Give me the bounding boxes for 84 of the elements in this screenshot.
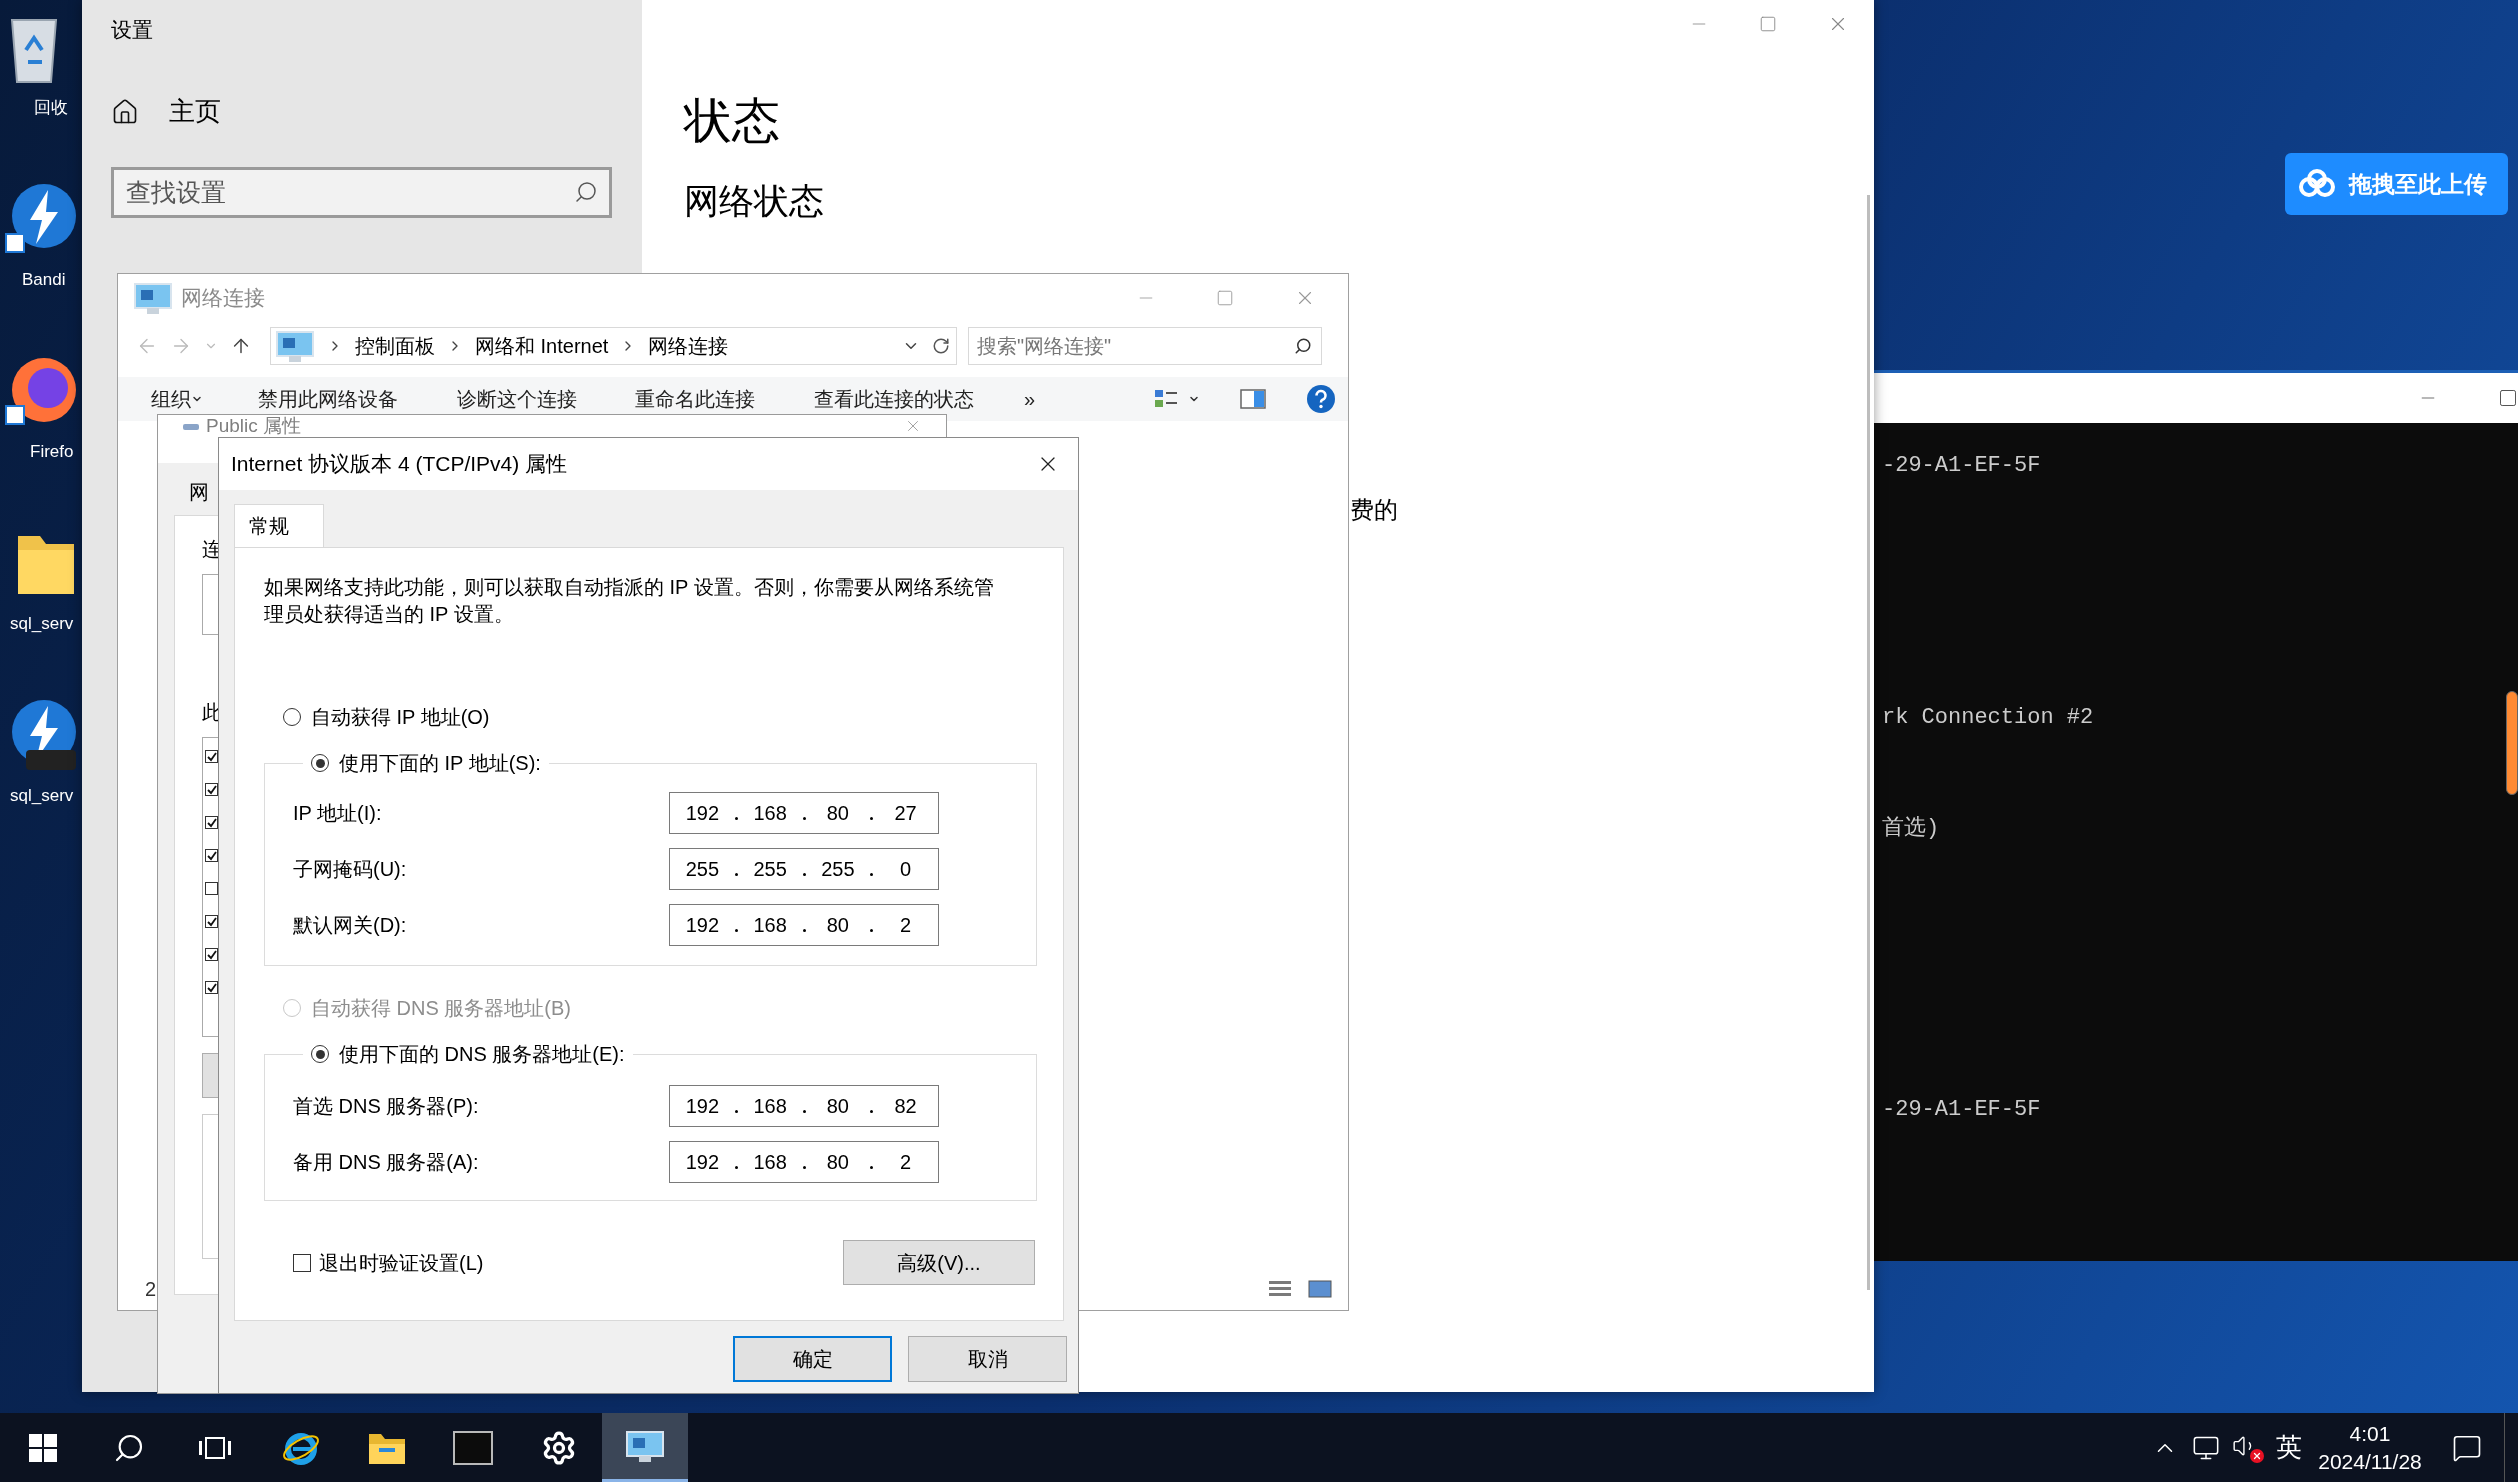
checkbox[interactable] [293,1253,311,1272]
radio-label: 使用下面的 DNS 服务器地址(E): [339,1042,625,1067]
advanced-button[interactable]: 高级(V)... [843,1240,1035,1285]
monitor-icon [275,328,315,364]
large-icons-view-icon[interactable] [1308,1279,1332,1299]
description-text: 如果网络支持此功能，则可以获取自动指派的 IP 设置。否则，你需要从网络系统管理员处获得适当的 IP 设置。 [264,575,995,627]
toolbar-button[interactable]: 诊断这个连接 [457,389,577,409]
help-icon[interactable] [1306,384,1336,414]
monitor-icon [625,1428,665,1464]
home-icon[interactable] [111,97,139,126]
radio-label: 使用下面的 IP 地址(S): [339,751,541,776]
taskbar-button[interactable] [602,1413,688,1482]
console-line: rk Connection #2 [1882,704,2095,732]
network-cable-icon [182,421,200,433]
breadcrumb-item[interactable]: 控制面板 [355,331,435,361]
status-text: 2 [145,1277,157,1302]
window-title: Internet 协议版本 4 (TCP/IPv4) 属性 [231,451,568,478]
desktop-icon-label[interactable]: sql_serv [10,612,82,636]
details-view-icon[interactable] [1268,1279,1292,1299]
desktop-icon-label[interactable]: sql_serv [10,784,82,808]
clock-time[interactable]: 4:01 [2349,1419,2391,1448]
console-line: -29-A1-EF-5F [1882,452,2042,480]
field-label: 首选 DNS 服务器(P): [293,1094,480,1119]
checkbox-label: 退出时验证设置(L) [319,1250,484,1276]
checkbox[interactable] [205,882,218,895]
breadcrumb-item[interactable]: 网络和 Internet [475,331,609,361]
checkbox[interactable] [205,750,218,763]
body-text: 费的 [1350,498,1399,522]
toolbar-button[interactable]: 重命名此连接 [635,389,755,409]
checkbox[interactable] [205,948,218,961]
view-options-icon[interactable] [1154,388,1178,410]
home-link[interactable]: 主页 [169,92,221,131]
radio-label: 自动获得 DNS 服务器地址(B) [311,996,571,1021]
field-label: 备用 DNS 服务器(A): [293,1150,480,1175]
section-heading: 网络状态 [684,183,825,218]
radio-button[interactable] [283,708,301,726]
checkbox[interactable] [205,849,218,862]
window-title: 网络连接 [181,284,265,311]
search-icon[interactable] [1294,337,1312,355]
window-title: Public 属性 [206,416,302,436]
address-bar[interactable]: 控制面板 网络和 Internet 网络连接 [270,327,957,365]
breadcrumb-item[interactable]: 网络连接 [648,331,729,361]
ip-address-field[interactable]: 192 168 80 2 [669,904,939,946]
maximize-button[interactable] [2498,388,2518,408]
toolbar-button[interactable]: 组织 [151,389,191,409]
gear-icon [541,1429,577,1466]
field-label: IP 地址(I): [293,801,383,826]
tab[interactable]: 常规 [234,504,324,547]
preview-pane-icon[interactable] [1240,389,1266,409]
toolbar-button[interactable]: 禁用此网络设备 [258,389,398,409]
cancel-button[interactable]: 取消 [908,1336,1067,1382]
desktop-icon-label[interactable]: 回收 [34,96,82,120]
checkbox[interactable] [205,816,218,829]
toolbar-button[interactable]: 查看此连接的状态 [814,389,974,409]
terminal-icon [453,1430,493,1465]
checkbox[interactable] [205,783,218,796]
ip-address-field[interactable]: 255 255 255 0 [669,848,939,890]
ip-address-field[interactable]: 192 168 80 2 [669,1141,939,1183]
tab[interactable]: 网 [189,479,209,505]
page-heading: 状态 [684,97,781,145]
desktop-icon-label[interactable]: Firefo [30,440,82,464]
desktop-icon-label[interactable]: Bandi [22,268,82,292]
checkbox[interactable] [205,915,218,928]
console-line: -29-A1-EF-5F [1882,1096,2042,1124]
lightning-icon[interactable] [4,182,78,256]
clock-date[interactable]: 2024/11/28 [2318,1447,2422,1476]
input-method-indicator[interactable]: 英 [2276,1428,2302,1467]
field-label: 子网掩码(U): [293,857,408,882]
windows-start-icon[interactable] [29,1433,57,1462]
checkbox[interactable] [205,981,218,994]
ip-address-field[interactable]: 192 168 80 27 [669,792,939,834]
radio-button[interactable] [311,754,329,772]
more-button[interactable]: » [1024,389,1036,409]
search-icon[interactable] [574,180,598,204]
radio-button[interactable] [311,1045,329,1063]
cloud-icon [2297,169,2337,199]
ok-button[interactable]: 确定 [733,1336,892,1382]
refresh-button[interactable] [932,337,950,355]
search-field[interactable]: 查找设置 [111,167,612,218]
radio-label: 自动获得 IP 地址(O) [311,705,490,730]
field-label: 默认网关(D): [293,913,408,938]
console-line: 首选) [1882,815,1941,843]
ip-address-field[interactable]: 192 168 80 82 [669,1085,939,1127]
window-title: 设置 [111,17,154,43]
